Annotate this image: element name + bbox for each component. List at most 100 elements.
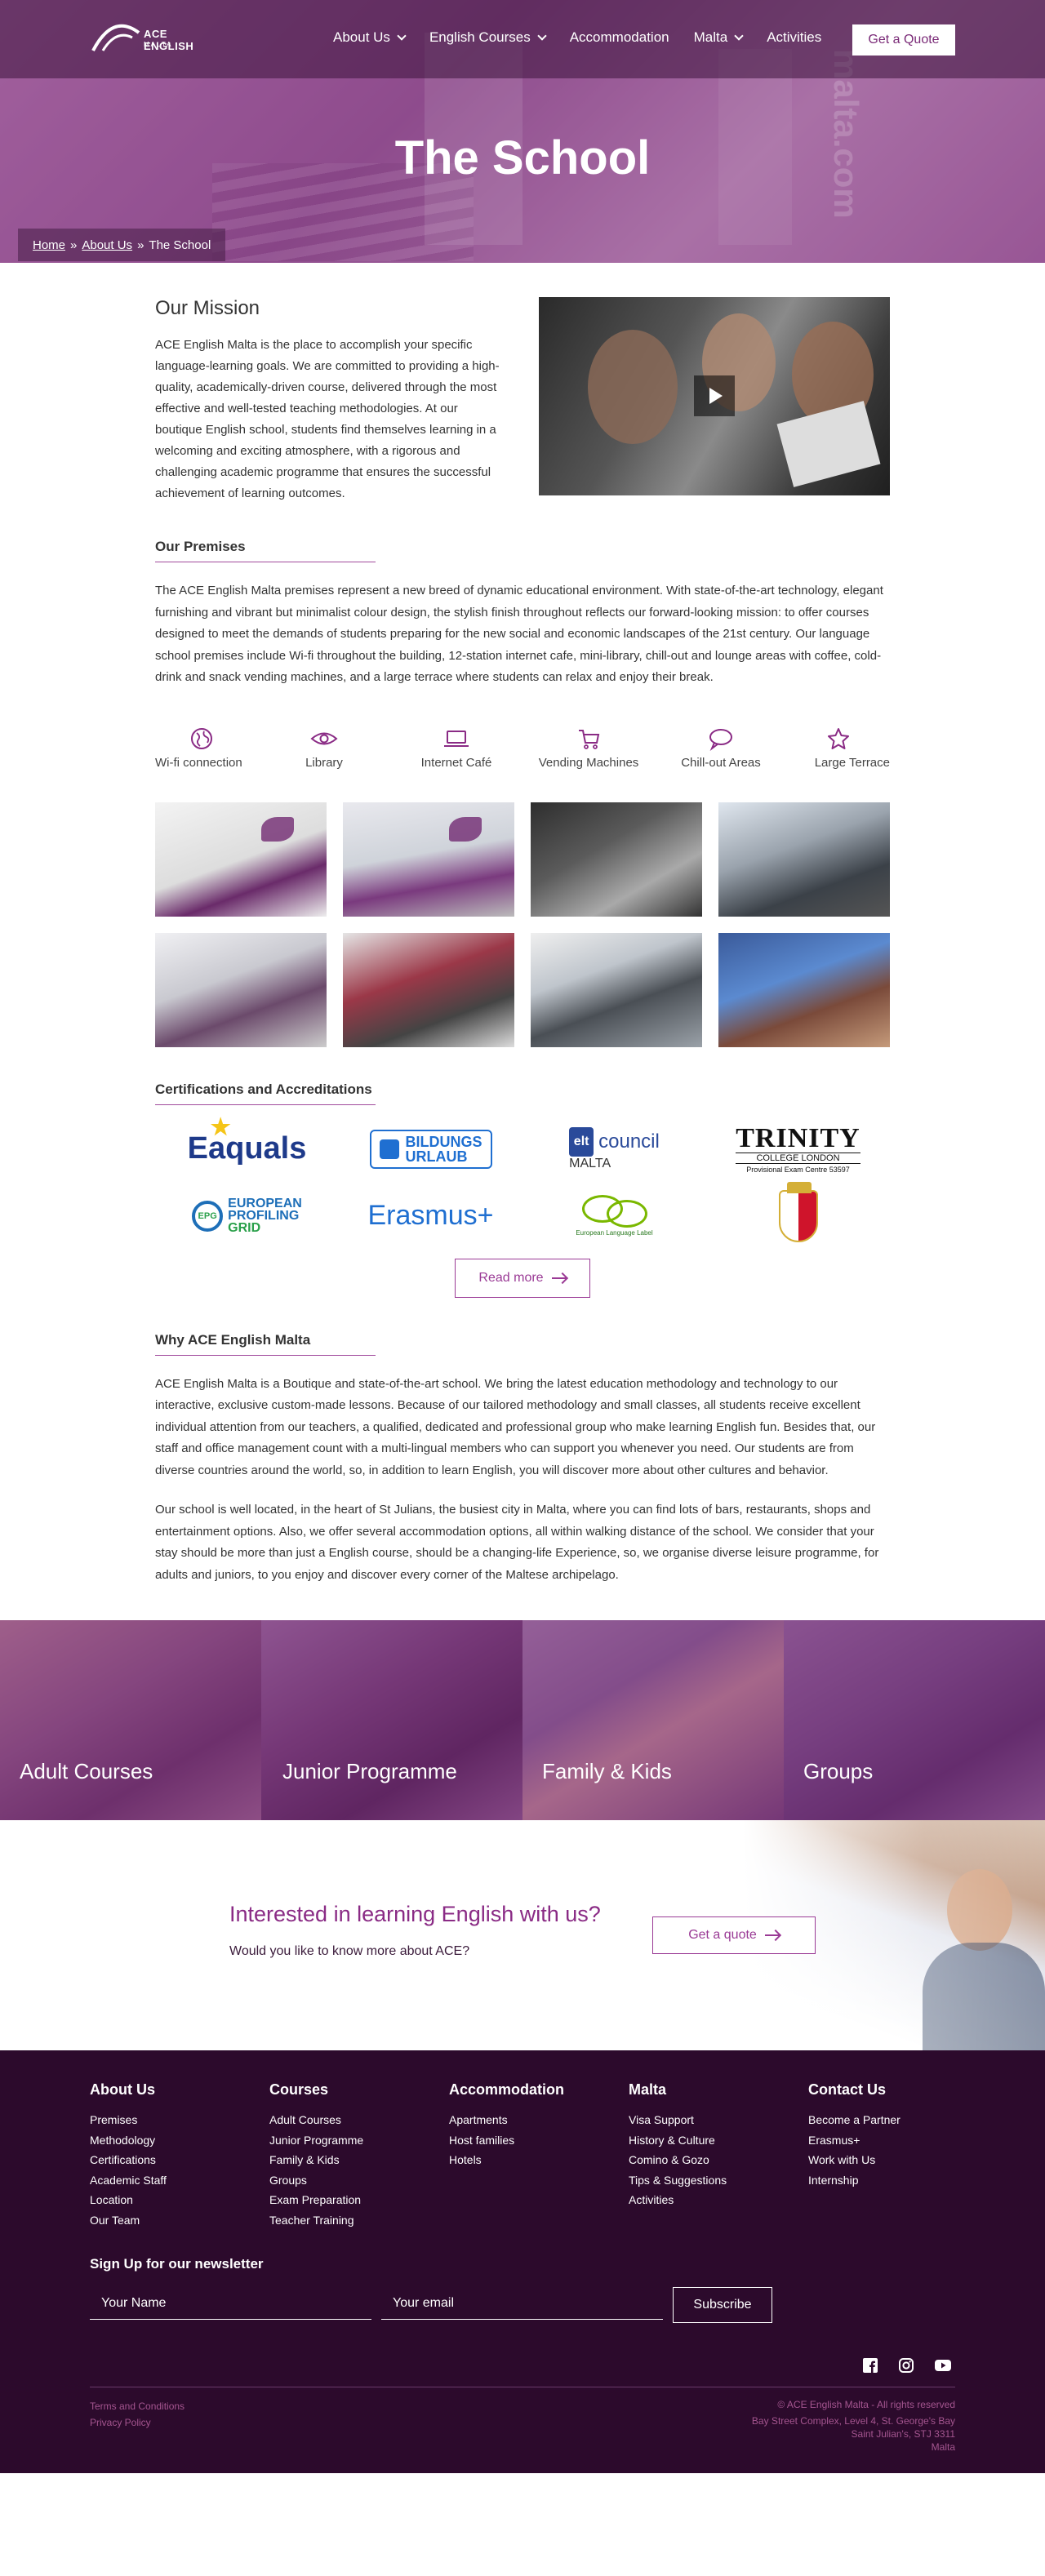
gallery-photo[interactable] (718, 802, 890, 917)
european-profiling-grid-logo: EPG EUROPEAN PROFILING GRID (155, 1188, 339, 1244)
footer-link[interactable]: Academic Staff (90, 2170, 269, 2191)
footer-column-contact: Contact Us Become a Partner Erasmus+ Wor… (808, 2081, 988, 2231)
category-overlay (522, 1620, 784, 1820)
bildungsurlaub-icon (379, 1139, 399, 1159)
epg-ring-icon: EPG (192, 1200, 224, 1232)
footer-link[interactable]: Activities (629, 2190, 808, 2210)
breadcrumb-separator: » (137, 238, 145, 252)
gallery-photo[interactable] (718, 932, 890, 1047)
elt-council-logo: elt council MALTA (522, 1121, 706, 1177)
nav-item-malta[interactable]: Malta (694, 29, 744, 46)
footer-link[interactable]: Family & Kids (269, 2150, 449, 2170)
nav-item-accommodation[interactable]: Accommodation (570, 29, 669, 46)
amenity-chill-out: Chill-out Areas (660, 726, 782, 770)
amenity-label: Internet Café (420, 755, 492, 770)
mission-video[interactable] (539, 297, 890, 495)
privacy-link[interactable]: Privacy Policy (90, 2414, 185, 2431)
youtube-icon[interactable] (934, 2357, 951, 2374)
read-more-row: Read more (155, 1258, 890, 1298)
category-overlay (261, 1620, 522, 1820)
trinity-logo-caption: Provisional Exam Centre 53597 (746, 1165, 850, 1174)
premises-gallery (155, 802, 890, 1047)
footer-link[interactable]: Groups (269, 2170, 449, 2191)
logo-subtext: MALTA (144, 41, 173, 48)
footer-link[interactable]: Exam Preparation (269, 2190, 449, 2210)
read-more-button[interactable]: Read more (455, 1258, 590, 1298)
newsletter-email-input[interactable] (381, 2287, 663, 2320)
star-icon (792, 726, 890, 753)
gallery-photo[interactable] (531, 802, 702, 917)
cta-section: Interested in learning English with us? … (0, 1820, 1045, 2050)
footer-link[interactable]: Become a Partner (808, 2110, 988, 2130)
why-section: Why ACE English Malta ACE English Malta … (155, 1332, 890, 1587)
gallery-photo[interactable] (155, 802, 327, 917)
category-tile-adult-courses[interactable]: Adult Courses (0, 1620, 261, 1820)
breadcrumb-home-link[interactable]: Home (33, 238, 65, 252)
subscribe-button[interactable]: Subscribe (673, 2287, 772, 2323)
footer-link[interactable]: Internship (808, 2170, 988, 2191)
amenity-vending: Vending Machines (527, 726, 650, 770)
gallery-photo[interactable] (531, 932, 702, 1047)
nav-item-english-courses[interactable]: English Courses (429, 29, 547, 46)
get-a-quote-button[interactable]: Get a Quote (852, 24, 955, 56)
footer-link[interactable]: Teacher Training (269, 2210, 449, 2231)
footer-link[interactable]: Work with Us (808, 2150, 988, 2170)
footer-link[interactable]: Tips & Suggestions (629, 2170, 808, 2191)
category-label: Adult Courses (20, 1759, 153, 1783)
footer-columns: About Us Premises Methodology Certificat… (90, 2081, 988, 2231)
nav-item-activities[interactable]: Activities (767, 29, 821, 46)
terms-link[interactable]: Terms and Conditions (90, 2398, 185, 2414)
footer-link[interactable]: Methodology (90, 2130, 269, 2151)
footer-link[interactable]: Visa Support (629, 2110, 808, 2130)
footer-link[interactable]: Premises (90, 2110, 269, 2130)
footer-link[interactable]: Adult Courses (269, 2110, 449, 2130)
footer-link[interactable]: Host families (449, 2130, 629, 2151)
footer-link[interactable]: Certifications (90, 2150, 269, 2170)
premises-paragraph: The ACE English Malta premises represent… (155, 584, 883, 684)
laptop-icon (395, 726, 518, 753)
chevron-down-icon (734, 30, 744, 41)
footer-link[interactable]: Apartments (449, 2110, 629, 2130)
footer-column-accommodation: Accommodation Apartments Host families H… (449, 2081, 629, 2231)
newsletter-name-input[interactable] (90, 2287, 371, 2320)
elt-logo-box: elt (569, 1126, 594, 1157)
nav-item-about-us[interactable]: About Us (333, 29, 407, 46)
nav-label: Activities (767, 29, 822, 45)
category-label: Family & Kids (542, 1759, 672, 1783)
footer-link[interactable]: Erasmus+ (808, 2130, 988, 2151)
gallery-photo[interactable] (343, 932, 514, 1047)
nav-label: About Us (333, 29, 390, 45)
site-logo[interactable]: ACE ENGLISH MALTA (90, 18, 212, 59)
ell-logo-text: European Language Label (576, 1229, 653, 1237)
nav-label: English Courses (429, 29, 531, 45)
cta-button-label: Get a quote (688, 1928, 757, 1942)
video-thumbnail-paper (776, 401, 881, 487)
breadcrumb-about-link[interactable]: About Us (82, 238, 132, 252)
video-thumbnail-person (588, 330, 678, 444)
play-icon[interactable] (694, 375, 735, 416)
footer-link[interactable]: Our Team (90, 2210, 269, 2231)
gallery-photo[interactable] (343, 802, 514, 917)
footer-link[interactable]: Hotels (449, 2150, 629, 2170)
facebook-icon[interactable] (862, 2357, 878, 2374)
category-tile-junior-programme[interactable]: Junior Programme (261, 1620, 522, 1820)
footer-link[interactable]: Location (90, 2190, 269, 2210)
breadcrumb-separator: » (70, 238, 78, 252)
category-tile-family-kids[interactable]: Family & Kids (522, 1620, 784, 1820)
address-line: Bay Street Complex, Level 4, St. George'… (751, 2415, 955, 2427)
gallery-photo[interactable] (155, 932, 327, 1047)
certifications-logos: ★ Eaquals BILDUNGS URLAUB elt council MALTA… (155, 1114, 890, 1244)
footer-column-title: Contact Us (808, 2081, 887, 2098)
nav-label: Accommodation (569, 29, 669, 45)
amenity-terrace: Large Terrace (792, 726, 890, 770)
footer-link[interactable]: Comino & Gozo (629, 2150, 808, 2170)
footer-link[interactable]: Junior Programme (269, 2130, 449, 2151)
amenity-label: Library (305, 755, 343, 770)
instagram-icon[interactable] (898, 2357, 914, 2374)
footer-link[interactable]: History & Culture (629, 2130, 808, 2151)
breadcrumb-current: The School (149, 238, 211, 252)
arrow-right-icon (551, 1277, 567, 1279)
get-a-quote-cta-button[interactable]: Get a quote (652, 1916, 816, 1954)
chevron-down-icon (537, 30, 547, 41)
category-tile-groups[interactable]: Groups (784, 1620, 1045, 1820)
